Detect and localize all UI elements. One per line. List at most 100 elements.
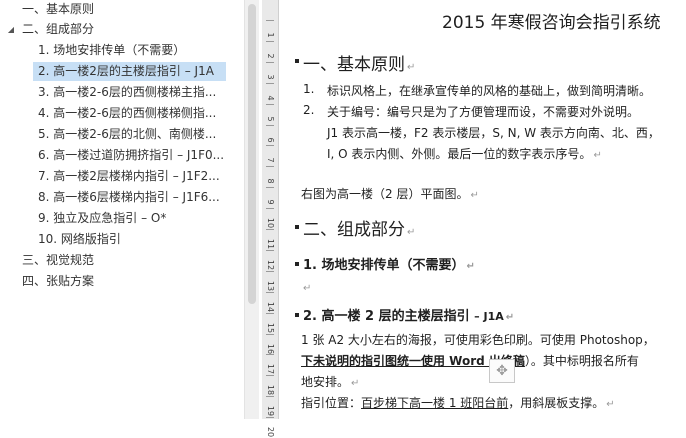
ruler-number: 2	[266, 53, 275, 59]
text-run: ）。其中标明报名所有	[524, 354, 639, 368]
ruler-tick	[266, 103, 274, 105]
ruler-tick	[266, 396, 274, 398]
nav-item-label: 三、视觉规范	[22, 253, 95, 267]
nav-item-emergency-guide[interactable]: 9. 独立及应急指引 – O*	[0, 209, 244, 228]
document-page[interactable]: 2015 年寒假咨询会指引系统 一、基本原则 ↵ 1. 标识风格上，在继承宣传单的…	[279, 0, 686, 419]
nav-item-web-guide[interactable]: 10. 网络版指引	[0, 230, 244, 249]
document-title: 2015 年寒假咨询会指引系统	[442, 13, 661, 33]
ruler-tick	[266, 291, 274, 293]
heading-bullet	[295, 262, 299, 266]
nav-scrollbar-thumb[interactable]	[248, 4, 256, 304]
ruler-tick	[266, 20, 274, 21]
nav-item-label: 二、组成部分	[22, 22, 95, 36]
ruler-number: 15	[266, 322, 275, 333]
paragraph-mark: ↵	[466, 261, 475, 272]
nav-item-label: 10. 网络版指引	[38, 232, 121, 246]
nav-item-label: 5. 高一楼2-6层的北侧、南侧楼...	[38, 127, 217, 141]
ruler-tick	[266, 145, 274, 147]
ruler-tick	[266, 354, 274, 356]
ruler-tick	[266, 417, 274, 419]
ruler-tick	[266, 40, 274, 42]
nav-item-main-floor-guide[interactable]: 2. 高一楼2层的主楼层指引 – J1A	[33, 62, 226, 81]
nav-item-label: 1. 场地安排传单（不需要）	[38, 43, 186, 57]
ruler-number: 20	[266, 427, 275, 438]
ruler-tick	[266, 208, 274, 210]
ruler-number: 19	[266, 406, 275, 417]
nav-item-label: 9. 独立及应急指引 – O*	[38, 211, 167, 225]
heading-text: 2. 高一楼 2 层的主楼层指引	[303, 309, 475, 324]
section-heading-basic-principles: 一、基本原则 ↵	[303, 50, 415, 75]
list-item-text: J1 表示高一楼，F2 表示楼层，S, N, W 表示方向南、北、西，	[327, 126, 660, 140]
heading-text: 二、组成部分	[303, 220, 405, 240]
text-run: I, O 表示内侧、外侧。最后一位的数字表示序号。	[327, 147, 592, 161]
ruler-tick	[266, 249, 274, 251]
ruler-tick	[266, 333, 274, 335]
nav-item-label: 6. 高一楼过道防拥挤指引 – J1F0...	[38, 148, 225, 162]
move-handle-icon[interactable]: ✥	[489, 359, 515, 383]
nav-item-corridor-guide[interactable]: 6. 高一楼过道防拥挤指引 – J1F0...	[0, 146, 244, 165]
nav-item-posting-plan[interactable]: 四、张贴方案	[0, 272, 244, 291]
list-item-text: 标识风格上，在继承宣传单的风格的基础上，做到简明清晰。	[327, 84, 652, 98]
nav-scrollbar[interactable]	[244, 0, 259, 419]
subheading-venue-flyer: 1. 场地安排传单（不需要） ↵	[303, 254, 475, 273]
paragraph-mark: ↵	[407, 227, 416, 238]
ruler-number: 6	[266, 136, 275, 143]
ruler-tick	[266, 61, 274, 63]
heading-text: 一、基本原则	[303, 55, 405, 75]
ruler-tick	[266, 166, 274, 168]
nav-item-venue-flyer[interactable]: 1. 场地安排传单（不需要）	[0, 41, 244, 60]
empty-paragraph: ↵	[301, 280, 311, 294]
ruler-number: 13	[266, 280, 275, 291]
ruler-number: 14	[266, 301, 275, 312]
paragraph-mark: ↵	[505, 312, 515, 323]
text-run: 指引位置：	[301, 396, 362, 410]
section-heading-components: 二、组成部分 ↵	[303, 215, 415, 240]
list-item-text: 关于编号：编号只是为了方便管理而设，不需要对外说明。	[327, 105, 640, 119]
ruler-number: 7	[266, 157, 275, 163]
heading-code: – J1A	[474, 310, 504, 323]
heading-bullet	[295, 313, 299, 317]
list-number: 1.	[303, 82, 315, 96]
body-text: 指引位置：百步梯下高一楼 1 班阳台前，用斜展板支撑。 ↵	[301, 394, 615, 411]
nav-item-label: 2. 高一楼2层的主楼层指引 – J1A	[38, 64, 214, 78]
ruler-number: 1	[266, 32, 275, 38]
ruler-number: 11	[266, 238, 275, 250]
ruler-number: 4	[266, 95, 275, 101]
nav-item-floor6-stair-inner[interactable]: 8. 高一楼6层楼梯内指引 – J1F6...	[0, 188, 244, 207]
ruler-number: 16	[266, 343, 275, 354]
ruler-tick	[266, 187, 274, 189]
heading-bullet	[295, 59, 299, 63]
paragraph-mark: ↵	[351, 378, 360, 389]
ruler-tick	[266, 124, 274, 126]
nav-item-visual-spec[interactable]: 三、视觉规范	[0, 251, 244, 270]
ruler-number: 18	[266, 385, 275, 396]
nav-item-label: 4. 高一楼2-6层的西侧楼梯侧指...	[38, 106, 217, 120]
text-run: 地安排。	[301, 375, 350, 389]
nav-item-label: 7. 高一楼2层楼梯内指引 – J1F2...	[38, 169, 220, 183]
navigation-pane: 一、基本原则 ◢ 二、组成部分 1. 场地安排传单（不需要） 2. 高一楼2层的…	[0, 0, 244, 419]
paragraph-mark: ↵	[606, 399, 615, 410]
list-number: 2.	[303, 103, 315, 117]
ruler-number: 12	[266, 259, 275, 270]
body-text: 地安排。 ↵	[301, 373, 359, 390]
subheading-main-floor-guide: 2. 高一楼 2 层的主楼层指引 – J1A ↵	[303, 305, 514, 324]
nav-item-west-stair-main[interactable]: 3. 高一楼2-6层的西侧楼梯主指...	[0, 83, 244, 102]
paragraph-mark: ↵	[470, 190, 479, 201]
ruler-tick	[266, 312, 274, 314]
nav-item-label: 一、基本原则	[22, 2, 95, 16]
ruler-tick	[266, 229, 274, 230]
collapse-arrow-icon[interactable]: ◢	[6, 20, 16, 39]
nav-item-components[interactable]: ◢ 二、组成部分	[0, 20, 244, 39]
underlined-text: 百步梯下高一楼 1 班阳台前	[361, 396, 509, 410]
ruler-number: 10	[266, 218, 275, 229]
nav-item-north-south-stair[interactable]: 5. 高一楼2-6层的北侧、南侧楼...	[0, 125, 244, 144]
nav-item-label: 3. 高一楼2-6层的西侧楼梯主指...	[38, 85, 217, 99]
paragraph-mark: ↵	[303, 283, 312, 294]
heading-bullet	[295, 225, 299, 229]
paragraph-mark: ↵	[593, 150, 602, 161]
ruler-tick	[266, 375, 274, 377]
nav-item-floor2-stair-inner[interactable]: 7. 高一楼2层楼梯内指引 – J1F2...	[0, 167, 244, 186]
nav-item-basic-principles[interactable]: 一、基本原则	[0, 0, 244, 19]
nav-item-west-stair-side[interactable]: 4. 高一楼2-6层的西侧楼梯侧指...	[0, 104, 244, 123]
text-run: ，用斜展板支撑。	[508, 396, 605, 410]
